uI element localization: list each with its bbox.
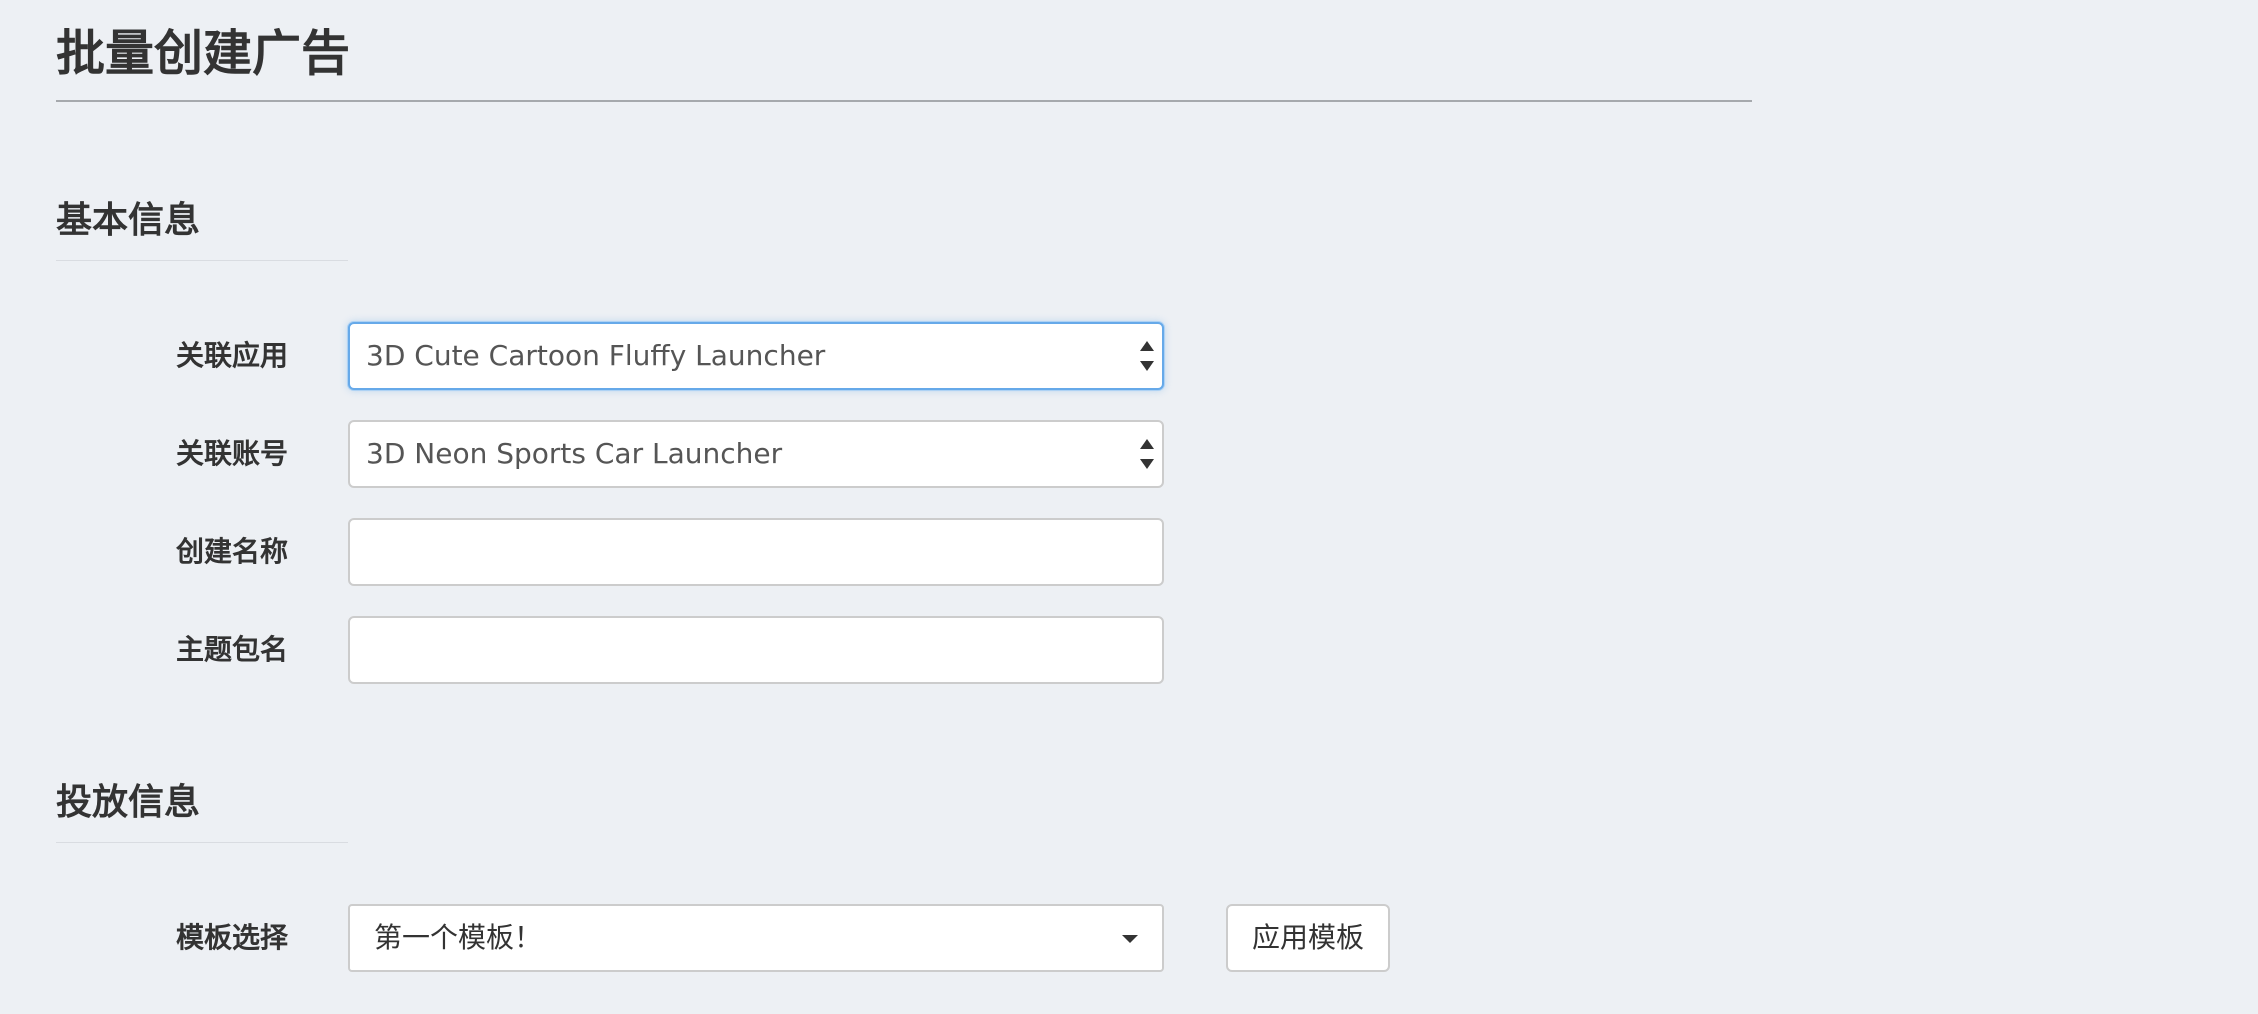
account-select[interactable]: 3D Neon Sports Car Launcher bbox=[348, 420, 1164, 488]
form-row-account: 关联账号 3D Neon Sports Car Launcher bbox=[0, 420, 1500, 488]
form-row-create-name: 创建名称 bbox=[0, 518, 1500, 586]
page-title: 批量创建广告 bbox=[56, 25, 351, 82]
template-label: 模板选择 bbox=[176, 921, 289, 954]
theme-package-input[interactable] bbox=[348, 616, 1164, 684]
app-select-value: 3D Cute Cartoon Fluffy Launcher bbox=[366, 339, 826, 372]
form-row-theme-package: 主题包名 bbox=[0, 616, 1500, 684]
select-arrows-icon bbox=[1140, 439, 1154, 469]
template-select-value: 第一个模板！ bbox=[374, 921, 543, 954]
form-row-template: 模板选择 第一个模板！ 应用模板 bbox=[0, 904, 1500, 972]
account-select-value: 3D Neon Sports Car Launcher bbox=[366, 437, 783, 470]
create-name-label: 创建名称 bbox=[176, 535, 289, 568]
template-select[interactable]: 第一个模板！ bbox=[348, 904, 1164, 972]
section-heading-delivery-info: 投放信息 bbox=[56, 782, 201, 823]
section-heading-basic-info: 基本信息 bbox=[56, 200, 201, 241]
caret-down-icon bbox=[1122, 935, 1138, 943]
apply-template-button[interactable]: 应用模板 bbox=[1226, 904, 1390, 972]
account-label: 关联账号 bbox=[176, 437, 289, 470]
select-arrows-icon bbox=[1140, 341, 1154, 371]
app-select[interactable]: 3D Cute Cartoon Fluffy Launcher bbox=[348, 322, 1164, 390]
create-name-input[interactable] bbox=[348, 518, 1164, 586]
title-divider bbox=[56, 100, 1752, 102]
theme-package-label: 主题包名 bbox=[176, 633, 289, 666]
form-row-app: 关联应用 3D Cute Cartoon Fluffy Launcher bbox=[0, 322, 1500, 390]
section-divider-delivery-info bbox=[56, 842, 348, 843]
section-divider-basic-info bbox=[56, 260, 348, 261]
app-label: 关联应用 bbox=[176, 339, 289, 372]
